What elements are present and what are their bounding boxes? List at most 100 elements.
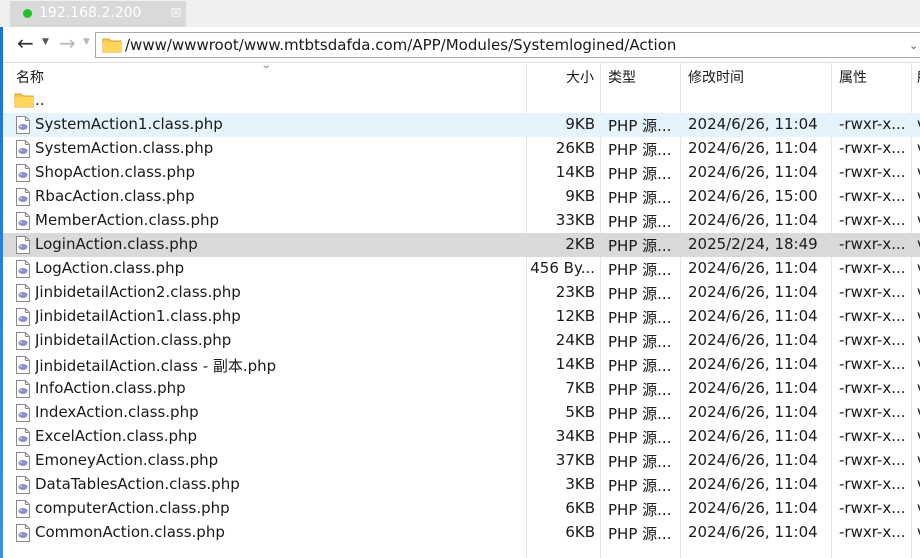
file-modified: 2024/6/26, 11:04 — [688, 355, 818, 373]
file-size: 2KB — [565, 235, 595, 253]
file-list: .. SystemAction1.class.php 9KB PHP 源... 202… — [3, 89, 920, 545]
forward-arrow-icon[interactable]: → — [59, 31, 76, 55]
parent-directory-row[interactable]: .. — [3, 89, 920, 113]
file-name: ExcelAction.class.php — [35, 427, 198, 445]
file-permissions: -rwxr-x... — [839, 331, 906, 349]
column-header-modified[interactable]: 修改时间 — [688, 67, 744, 87]
file-permissions: -rwxr-x... — [839, 235, 906, 253]
tab-bar: 192.168.2.200 ⊠ — [0, 0, 920, 27]
file-size: 6KB — [565, 499, 595, 517]
path-input[interactable]: /www/wwwroot/www.mtbtsdafda.com/APP/Modu… — [95, 32, 920, 58]
file-row[interactable]: DataTablesAction.class.php 3KB PHP 源... 202… — [3, 473, 920, 497]
file-row[interactable]: IndexAction.class.php 5KB PHP 源... 2024/6/2… — [3, 401, 920, 425]
php-file-icon — [16, 212, 30, 230]
forward-history-dropdown-icon[interactable]: ▼ — [83, 37, 90, 47]
file-row[interactable]: JinbidetailAction.class.php 24KB PHP 源... 2… — [3, 329, 920, 353]
file-type: PHP 源... — [608, 213, 672, 231]
chevron-down-icon[interactable]: ⌄ — [909, 39, 918, 52]
file-type: PHP 源... — [608, 381, 672, 399]
file-name: JinbidetailAction.class - 副本.php — [35, 357, 277, 375]
file-name: computerAction.class.php — [35, 499, 230, 517]
column-header-type[interactable]: 类型 — [608, 67, 636, 87]
column-header-attributes[interactable]: 属性 — [839, 67, 867, 87]
file-modified: 2024/6/26, 11:04 — [688, 379, 818, 397]
file-name: DataTablesAction.class.php — [35, 475, 240, 493]
file-size: 34KB — [555, 427, 595, 445]
back-history-dropdown-icon[interactable]: ▼ — [42, 37, 49, 47]
file-permissions: -rwxr-x... — [839, 163, 906, 181]
file-type: PHP 源... — [608, 453, 672, 471]
file-name: JinbidetailAction1.class.php — [35, 307, 241, 325]
file-modified: 2024/6/26, 15:00 — [688, 187, 818, 205]
file-row[interactable]: JinbidetailAction1.class.php 12KB PHP 源...… — [3, 305, 920, 329]
close-icon[interactable]: ⊠ — [170, 5, 182, 21]
file-permissions: -rwxr-x... — [839, 259, 906, 277]
file-size: 3KB — [565, 475, 595, 493]
php-file-icon — [16, 164, 30, 182]
sftp-file-browser: 192.168.2.200 ⊠ ← ▼ → ▼ /www/wwwroot/www… — [0, 0, 920, 558]
php-file-icon — [16, 260, 30, 278]
file-permissions: -rwxr-x... — [839, 355, 906, 373]
file-row[interactable]: JinbidetailAction.class - 副本.php 14KB PHP … — [3, 353, 920, 377]
file-name: JinbidetailAction2.class.php — [35, 283, 241, 301]
file-name: LoginAction.class.php — [35, 235, 198, 253]
file-modified: 2024/6/26, 11:04 — [688, 499, 818, 517]
file-size: 14KB — [555, 163, 595, 181]
php-file-icon — [16, 140, 30, 158]
file-type: PHP 源... — [608, 117, 672, 135]
file-modified: 2024/6/26, 11:04 — [688, 211, 818, 229]
file-size: 9KB — [565, 115, 595, 133]
file-row[interactable]: SystemAction1.class.php 9KB PHP 源... 2024/6… — [3, 113, 920, 137]
file-row[interactable]: LogAction.class.php 456 By... PHP 源... 2024… — [3, 257, 920, 281]
php-file-icon — [16, 524, 30, 542]
file-modified: 2024/6/26, 11:04 — [688, 427, 818, 445]
file-row[interactable]: EmoneyAction.class.php 37KB PHP 源... 2024/6… — [3, 449, 920, 473]
php-file-icon — [16, 500, 30, 518]
file-row[interactable]: SystemAction.class.php 26KB PHP 源... 2024/6… — [3, 137, 920, 161]
tab-title: 192.168.2.200 — [39, 5, 142, 21]
php-file-icon — [16, 332, 30, 350]
php-file-icon — [16, 188, 30, 206]
file-permissions: -rwxr-x... — [839, 307, 906, 325]
file-type: PHP 源... — [608, 477, 672, 495]
file-modified: 2024/6/26, 11:04 — [688, 139, 818, 157]
file-type: PHP 源... — [608, 501, 672, 519]
file-type: PHP 源... — [608, 285, 672, 303]
file-type: PHP 源... — [608, 165, 672, 183]
file-type: PHP 源... — [608, 141, 672, 159]
file-row[interactable]: ShopAction.class.php 14KB PHP 源... 2024/6/2… — [3, 161, 920, 185]
file-row[interactable]: MemberAction.class.php 33KB PHP 源... 2024/6… — [3, 209, 920, 233]
file-permissions: -rwxr-x... — [839, 523, 906, 541]
file-row[interactable]: JinbidetailAction2.class.php 23KB PHP 源...… — [3, 281, 920, 305]
column-header-name[interactable]: 名称 — [16, 67, 44, 87]
file-modified: 2024/6/26, 11:04 — [688, 523, 818, 541]
php-file-icon — [16, 308, 30, 326]
file-permissions: -rwxr-x... — [839, 499, 906, 517]
file-row[interactable]: RbacAction.class.php 9KB PHP 源... 2024/6/26… — [3, 185, 920, 209]
back-arrow-icon[interactable]: ← — [17, 31, 34, 55]
file-size: 23KB — [555, 283, 595, 301]
file-size: 33KB — [555, 211, 595, 229]
file-row[interactable]: LoginAction.class.php 2KB PHP 源... 2025/2/2… — [3, 233, 920, 257]
file-row[interactable]: InfoAction.class.php 7KB PHP 源... 2024/6/26… — [3, 377, 920, 401]
connected-status-icon — [23, 9, 32, 18]
file-permissions: -rwxr-x... — [839, 283, 906, 301]
column-header-size[interactable]: 大小 — [566, 67, 594, 87]
file-modified: 2024/6/26, 11:04 — [688, 163, 818, 181]
file-type: PHP 源... — [608, 309, 672, 327]
php-file-icon — [16, 284, 30, 302]
tab-connection[interactable]: 192.168.2.200 ⊠ — [10, 1, 186, 27]
file-permissions: -rwxr-x... — [839, 451, 906, 469]
file-modified: 2024/6/26, 11:04 — [688, 331, 818, 349]
file-permissions: -rwxr-x... — [839, 187, 906, 205]
file-name: EmoneyAction.class.php — [35, 451, 219, 469]
php-file-icon — [16, 356, 30, 374]
file-row[interactable]: CommonAction.class.php 6KB PHP 源... 2024/6/… — [3, 521, 920, 545]
file-row[interactable]: ExcelAction.class.php 34KB PHP 源... 2024/6/… — [3, 425, 920, 449]
file-size: 12KB — [555, 307, 595, 325]
file-modified: 2024/6/26, 11:04 — [688, 259, 818, 277]
file-name: ShopAction.class.php — [35, 163, 196, 181]
file-permissions: -rwxr-x... — [839, 475, 906, 493]
file-name: SystemAction.class.php — [35, 139, 214, 157]
file-row[interactable]: computerAction.class.php 6KB PHP 源... 2024/… — [3, 497, 920, 521]
